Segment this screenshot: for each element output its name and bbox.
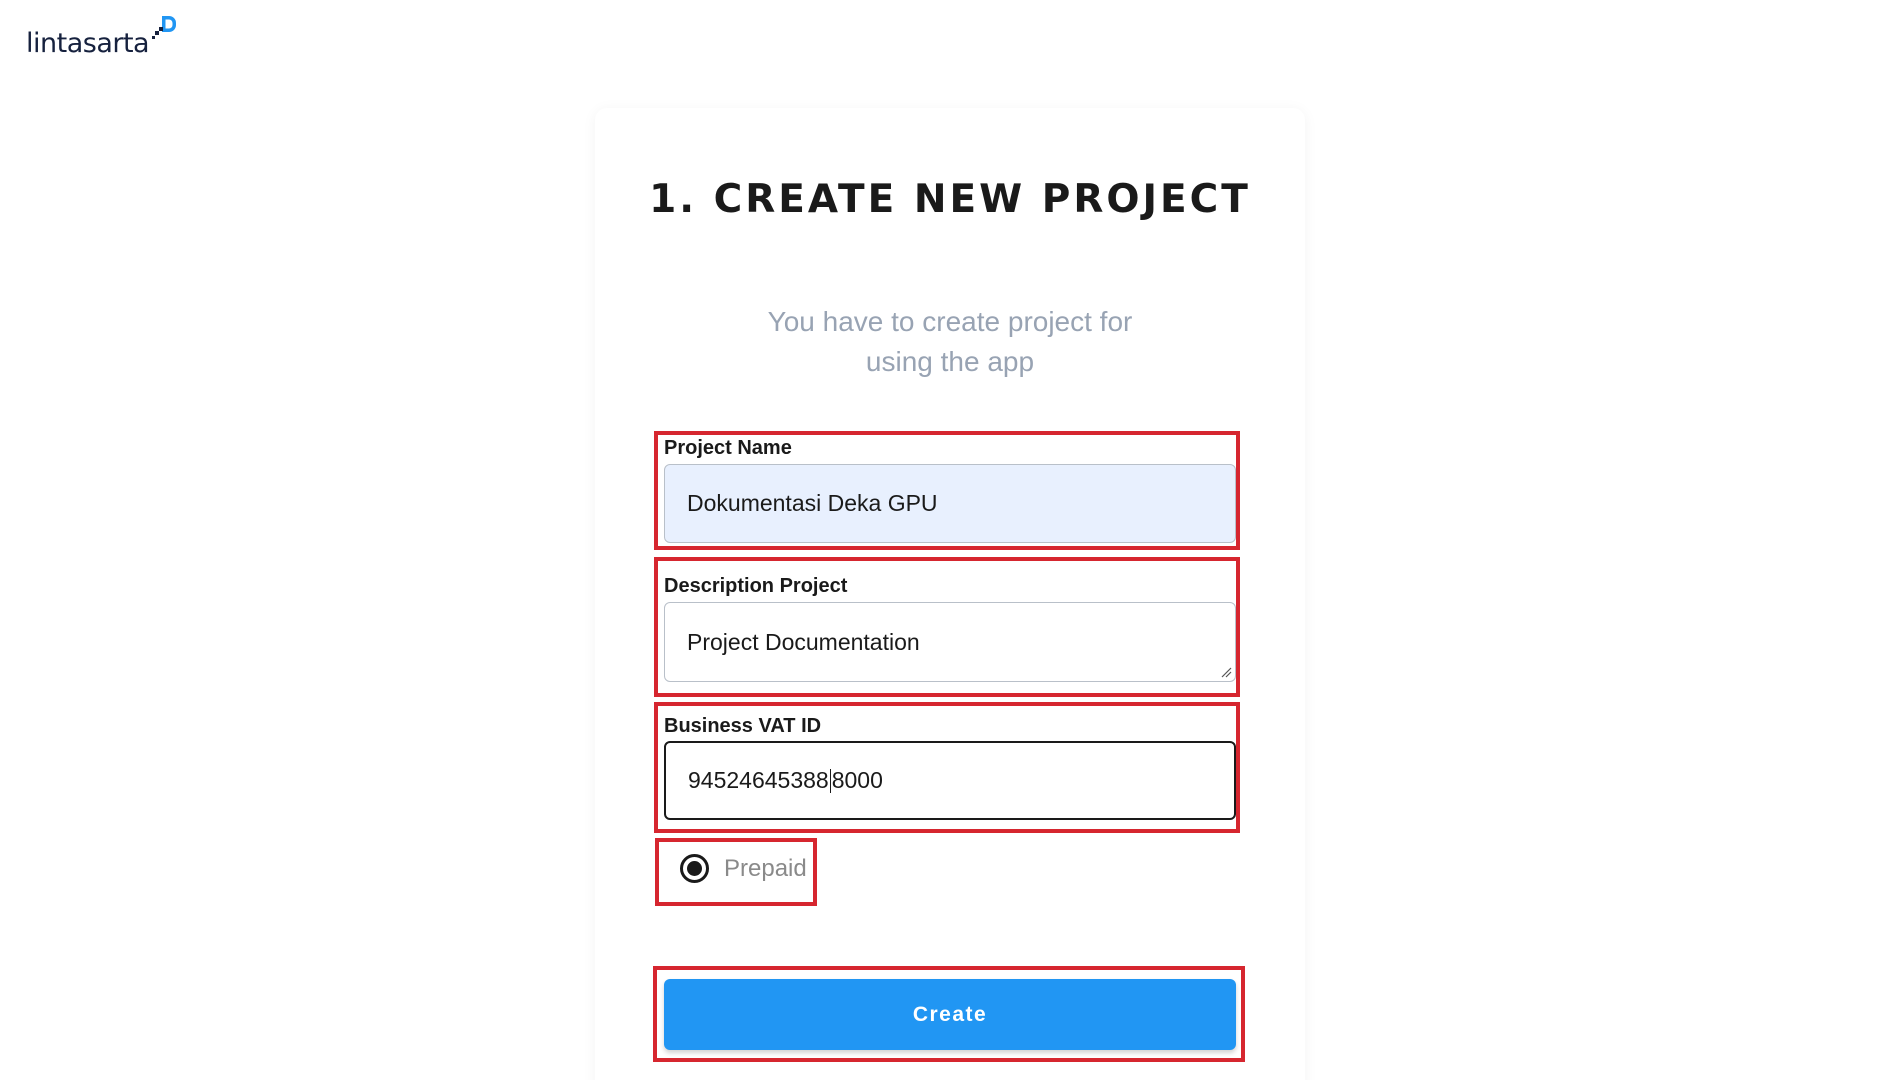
description-textarea[interactable]: Project Documentation [664,602,1236,682]
project-name-input[interactable]: Dokumentasi Deka GPU [664,464,1236,543]
create-button[interactable]: Create [664,979,1236,1050]
page-subtitle: You have to create project for using the… [767,306,1133,377]
prepaid-radio-option[interactable]: Prepaid [680,854,807,883]
lintasarta-logo[interactable]: lintasarta [26,10,179,57]
vat-id-value-after-caret: 8000 [831,767,883,793]
page: lintasarta 1. CREATE NEW PROJECT You hav… [0,0,1878,1080]
vat-id-input[interactable]: 94524645388 8000 [664,741,1236,820]
vat-id-label: Business VAT ID [664,715,822,737]
description-value: Project Documentation [687,628,920,655]
text-caret [829,768,831,793]
project-name-label: Project Name [664,437,792,459]
description-label: Description Project [664,575,848,597]
page-title: 1. CREATE NEW PROJECT [649,177,1251,222]
logo-mark-icon [152,16,177,39]
prepaid-radio-label: Prepaid [724,854,807,882]
project-name-value: Dokumentasi Deka GPU [687,490,938,516]
prepaid-radio-button[interactable] [680,854,709,883]
vat-id-value-before-caret: 94524645388 [688,767,829,793]
logo-wordmark: lintasarta [26,28,150,59]
create-project-card: 1. CREATE NEW PROJECT You have to create… [595,108,1305,1080]
radio-selected-dot [687,861,702,876]
resize-grip-icon[interactable] [1220,666,1232,678]
